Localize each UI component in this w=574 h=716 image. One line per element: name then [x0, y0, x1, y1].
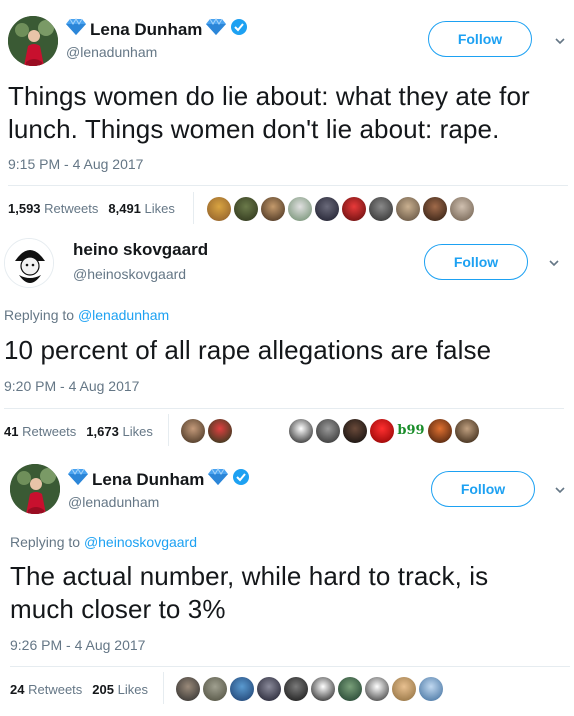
- tweet-1: Lena Dunham @lenadunham Follow Things wo…: [0, 0, 574, 236]
- liker-avatar[interactable]: [342, 197, 366, 221]
- tweet-3: Lena Dunham @lenadunham Follow Replying …: [0, 456, 574, 716]
- liker-avatar[interactable]: [288, 197, 312, 221]
- diamond-emoji-icon: [68, 468, 88, 491]
- stats-divider: [193, 192, 194, 224]
- retweets-stat[interactable]: 24 Retweets: [10, 682, 82, 697]
- diamond-emoji-icon: [66, 18, 86, 41]
- liker-avatar[interactable]: [257, 677, 281, 701]
- avatar[interactable]: [4, 238, 54, 288]
- display-name[interactable]: Lena Dunham: [66, 18, 248, 41]
- liker-avatars: [176, 677, 443, 701]
- timestamp[interactable]: 9:20 PM - 4 Aug 2017: [4, 378, 139, 394]
- diamond-emoji-icon: [208, 468, 229, 491]
- liker-avatar[interactable]: [423, 197, 447, 221]
- retweets-stat[interactable]: 1,593 Retweets: [8, 201, 98, 216]
- liker-avatar[interactable]: [419, 677, 443, 701]
- reply-handle-link[interactable]: @lenadunham: [78, 307, 169, 323]
- engagement-stats: 24 Retweets 205 Likes: [10, 682, 148, 697]
- divider: [4, 408, 564, 409]
- liker-avatar[interactable]: [261, 197, 285, 221]
- follow-button[interactable]: Follow: [428, 21, 532, 57]
- display-name-text: heino skovgaard: [73, 240, 209, 259]
- liker-avatar[interactable]: [181, 419, 205, 443]
- liker-avatar[interactable]: [207, 197, 231, 221]
- liker-avatar[interactable]: [315, 197, 339, 221]
- retweets-stat[interactable]: 41 Retweets: [4, 424, 76, 439]
- liker-avatar[interactable]: [370, 419, 394, 443]
- likes-stat[interactable]: 205 Likes: [92, 682, 148, 697]
- tweet-text: Things women do lie about: what they ate…: [8, 81, 530, 144]
- tweet-text: The actual number, while hard to track, …: [10, 561, 489, 624]
- replying-to: Replying to @lenadunham: [4, 307, 170, 323]
- divider: [10, 666, 570, 667]
- likes-stat[interactable]: 1,673 Likes: [86, 424, 153, 439]
- engagement-stats: 41 Retweets 1,673 Likes: [4, 424, 153, 439]
- avatar[interactable]: [10, 464, 60, 514]
- liker-avatars: [207, 197, 474, 221]
- liker-avatar[interactable]: [289, 419, 313, 443]
- liker-avatar[interactable]: [343, 419, 367, 443]
- diamond-emoji-icon: [206, 18, 227, 41]
- display-name-text: Lena Dunham: [92, 469, 205, 489]
- liker-avatar[interactable]: [392, 677, 416, 701]
- liker-avatar[interactable]: [284, 677, 308, 701]
- user-handle[interactable]: @lenadunham: [68, 494, 159, 510]
- liker-avatar[interactable]: [316, 419, 340, 443]
- liker-avatar[interactable]: [203, 677, 227, 701]
- engagement-stats: 1,593 Retweets 8,491 Likes: [8, 201, 175, 216]
- liker-avatar[interactable]: [365, 677, 389, 701]
- user-handle[interactable]: @lenadunham: [66, 44, 157, 60]
- liker-avatar[interactable]: [176, 677, 200, 701]
- user-handle[interactable]: @heinoskovgaard: [73, 266, 186, 282]
- display-name-text: Lena Dunham: [90, 19, 203, 39]
- liker-avatar[interactable]: [230, 677, 254, 701]
- follow-button[interactable]: Follow: [424, 244, 528, 280]
- liker-avatar[interactable]: [234, 197, 258, 221]
- liker-avatar[interactable]: [450, 197, 474, 221]
- reply-handle-link[interactable]: @heinoskovgaard: [84, 534, 197, 550]
- tweet-text: 10 percent of all rape allegations are f…: [4, 335, 492, 365]
- liker-avatar[interactable]: [428, 419, 452, 443]
- chevron-down-icon[interactable]: [547, 256, 561, 270]
- liker-avatar[interactable]: b99: [397, 419, 425, 443]
- liker-avatar[interactable]: [455, 419, 479, 443]
- likes-stat[interactable]: 8,491 Likes: [108, 201, 175, 216]
- divider: [8, 185, 568, 186]
- timestamp[interactable]: 9:15 PM - 4 Aug 2017: [8, 156, 143, 172]
- stats-divider: [163, 672, 164, 704]
- liker-avatar[interactable]: [369, 197, 393, 221]
- timestamp[interactable]: 9:26 PM - 4 Aug 2017: [10, 637, 145, 653]
- avatar[interactable]: [8, 16, 58, 66]
- tweet-2: heino skovgaard @heinoskovgaard Follow R…: [0, 236, 574, 456]
- liker-avatar[interactable]: [208, 419, 232, 443]
- verified-badge-icon: [232, 468, 250, 491]
- display-name[interactable]: Lena Dunham: [68, 468, 250, 491]
- replying-to: Replying to @heinoskovgaard: [10, 534, 197, 550]
- stats-divider: [168, 414, 169, 446]
- liker-avatar[interactable]: [235, 419, 259, 443]
- liker-avatar[interactable]: [311, 677, 335, 701]
- liker-avatar[interactable]: [396, 197, 420, 221]
- verified-badge-icon: [230, 18, 248, 41]
- display-name[interactable]: heino skovgaard: [73, 240, 208, 260]
- liker-avatars: b99: [181, 419, 479, 443]
- liker-avatar[interactable]: [338, 677, 362, 701]
- liker-avatar[interactable]: [262, 419, 286, 443]
- chevron-down-icon[interactable]: [553, 483, 567, 497]
- follow-button[interactable]: Follow: [431, 471, 535, 507]
- chevron-down-icon[interactable]: [553, 34, 567, 48]
